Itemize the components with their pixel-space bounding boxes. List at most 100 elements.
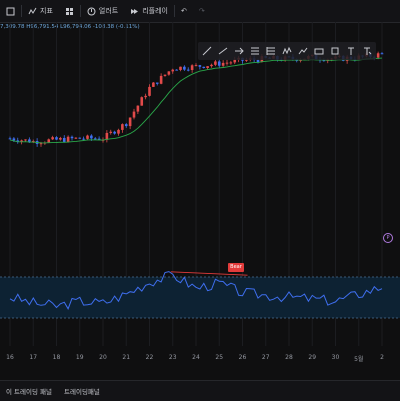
tab-trading-panel-1[interactable]: 이 트레이딩 패널 bbox=[0, 386, 58, 396]
line-icon[interactable] bbox=[217, 45, 229, 57]
candle bbox=[70, 136, 74, 139]
candle bbox=[74, 137, 78, 139]
x-tick-label: 27 bbox=[261, 354, 270, 361]
candle bbox=[210, 64, 213, 67]
grid-button[interactable] bbox=[59, 0, 80, 22]
candle bbox=[136, 105, 140, 112]
candle bbox=[124, 124, 128, 127]
candle bbox=[144, 95, 147, 98]
x-tick-label: 29 bbox=[308, 354, 317, 361]
candle bbox=[175, 69, 178, 71]
candle bbox=[186, 69, 190, 71]
candle bbox=[109, 131, 113, 133]
candle bbox=[179, 66, 182, 70]
x-tick-label: 20 bbox=[99, 354, 107, 361]
x-tick-label: 22 bbox=[145, 354, 154, 361]
candle bbox=[128, 117, 132, 127]
rect-icon[interactable] bbox=[313, 45, 325, 57]
candle bbox=[159, 75, 163, 84]
candle bbox=[12, 138, 16, 141]
x-tick-label: 21 bbox=[122, 354, 131, 361]
x-tick-label: 24 bbox=[192, 354, 200, 361]
x-tick-label: 19 bbox=[75, 354, 84, 361]
candle bbox=[163, 74, 167, 76]
candle bbox=[117, 129, 120, 134]
circle-icon[interactable] bbox=[329, 45, 341, 57]
candle bbox=[93, 138, 97, 140]
candle bbox=[90, 135, 93, 139]
candle bbox=[194, 65, 198, 67]
candle bbox=[225, 62, 229, 64]
candle bbox=[214, 61, 217, 65]
x-axis: 16 17 18 19 20 21 22 23 24 25 26 27 28 29 30 5월 2 bbox=[0, 346, 400, 376]
tab-trading-panel-2[interactable]: 트레이딩패널 bbox=[58, 386, 106, 396]
layout-icon bbox=[6, 7, 15, 15]
candle bbox=[233, 59, 237, 63]
arrow-icon[interactable] bbox=[233, 45, 245, 57]
text-icon[interactable] bbox=[345, 45, 357, 57]
x-tick-label: 18 bbox=[52, 354, 61, 361]
note-icon[interactable] bbox=[361, 45, 373, 57]
pattern-icon[interactable] bbox=[281, 45, 293, 57]
candle bbox=[47, 139, 51, 143]
x-tick-label: 30 bbox=[331, 354, 340, 361]
candle bbox=[121, 124, 124, 130]
fib-icon[interactable] bbox=[265, 45, 277, 57]
candle bbox=[66, 136, 70, 142]
replay-button[interactable]: 리플레이 bbox=[124, 0, 174, 22]
candle bbox=[198, 65, 202, 67]
candle bbox=[217, 61, 221, 66]
candle bbox=[167, 71, 171, 75]
x-tick-label: 5월 bbox=[354, 356, 364, 363]
drawing-toolbar bbox=[198, 42, 376, 60]
grid-icon bbox=[65, 7, 73, 15]
candle bbox=[221, 62, 225, 66]
candle bbox=[190, 65, 194, 70]
redo-button[interactable]: ↷ bbox=[193, 0, 211, 22]
x-tick-label: 17 bbox=[29, 354, 38, 361]
x-tick-label: 23 bbox=[168, 354, 177, 361]
alert-button[interactable]: 얼러트 bbox=[81, 0, 124, 22]
replay-label: 리플레이 bbox=[142, 7, 168, 15]
bear-divergence-label: Bear bbox=[228, 263, 244, 272]
price-chart[interactable] bbox=[0, 22, 400, 346]
candle bbox=[78, 137, 82, 139]
candle bbox=[51, 137, 54, 140]
candle bbox=[113, 131, 116, 134]
candle bbox=[256, 59, 260, 63]
candle bbox=[376, 53, 380, 58]
x-tick-label: 25 bbox=[215, 354, 224, 361]
candle bbox=[86, 135, 89, 139]
x-tick-label: 2 bbox=[380, 354, 384, 361]
divergence-line bbox=[170, 271, 248, 276]
candle bbox=[152, 82, 155, 87]
redo-icon: ↷ bbox=[198, 7, 205, 15]
candle bbox=[202, 66, 206, 69]
undo-button[interactable]: ↶ bbox=[175, 0, 193, 22]
candle bbox=[183, 66, 186, 70]
layout-button[interactable] bbox=[0, 0, 21, 22]
candle bbox=[132, 111, 136, 118]
candle bbox=[155, 82, 159, 84]
ruler-icon[interactable] bbox=[249, 45, 261, 57]
undo-icon: ↶ bbox=[180, 7, 187, 15]
candle bbox=[380, 53, 384, 55]
candle bbox=[39, 143, 43, 145]
candle bbox=[24, 139, 27, 141]
indicator-marker[interactable]: P bbox=[383, 233, 393, 243]
bottom-panel-tabs: 이 트레이딩 패널 트레이딩패널 bbox=[0, 380, 400, 401]
candle bbox=[148, 86, 151, 96]
indicator-button[interactable]: 지표 bbox=[22, 0, 59, 22]
candle bbox=[82, 138, 85, 140]
candle bbox=[140, 97, 144, 106]
measure-icon[interactable] bbox=[297, 45, 309, 57]
x-tick-label: 26 bbox=[238, 354, 247, 361]
indicator-icon bbox=[28, 7, 37, 14]
candle bbox=[206, 66, 209, 69]
candle bbox=[59, 137, 62, 140]
candle bbox=[62, 137, 66, 142]
alert-icon bbox=[87, 7, 96, 15]
replay-icon bbox=[131, 8, 139, 14]
x-tick-label: 16 bbox=[6, 354, 14, 361]
brush-icon[interactable] bbox=[201, 45, 213, 57]
